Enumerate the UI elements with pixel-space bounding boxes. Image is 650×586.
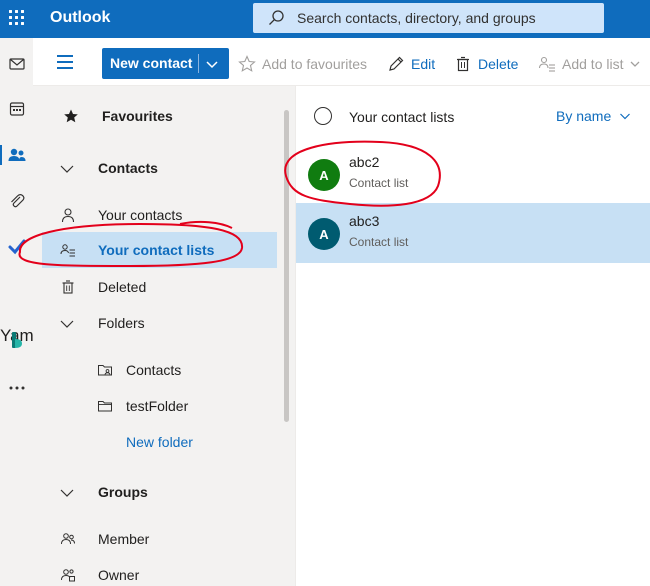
add-person-list-icon [538, 56, 555, 72]
people-icon [8, 148, 25, 161]
nav-owner[interactable]: Owner [33, 557, 283, 586]
nav-your-contacts[interactable]: Your contacts [33, 197, 283, 233]
calendar-icon [9, 102, 24, 116]
nav-deleted[interactable]: Deleted [33, 269, 283, 305]
new-contact-button[interactable]: New contact [102, 48, 229, 79]
contact-list-item[interactable]: A abc3 Contact list [296, 203, 650, 263]
contact-list-pane: Your contact lists By name A abc2 Contac… [295, 86, 650, 586]
list-title: Your contact lists [349, 109, 455, 125]
rail-mail[interactable] [0, 48, 33, 80]
mail-icon [8, 58, 25, 70]
star-icon [64, 109, 78, 123]
chevron-down-icon [60, 320, 74, 328]
contact-list-item[interactable]: A abc2 Contact list [296, 144, 650, 204]
nav-folder-contacts[interactable]: Contacts [33, 352, 283, 388]
search-input[interactable] [297, 7, 597, 29]
folder-icon [98, 401, 112, 412]
app-rail: Yamı [0, 38, 33, 586]
nav-owner-label: Owner [98, 567, 140, 583]
chevron-down-icon[interactable] [205, 57, 219, 71]
contact-list-icon [60, 244, 75, 257]
add-to-list-button[interactable]: Add to list [538, 48, 641, 79]
nav-folder-contacts-label: Contacts [126, 362, 182, 378]
nav-folder-testfolder-label: testFolder [126, 398, 189, 414]
navigation-pane: Favourites Contacts Your contacts Your c… [33, 86, 295, 586]
nav-groups-section[interactable]: Groups [33, 474, 283, 510]
nav-new-folder[interactable]: New folder [33, 424, 283, 460]
avatar: A [308, 218, 340, 250]
app-launcher-icon[interactable] [8, 9, 26, 27]
rail-more[interactable] [0, 372, 33, 404]
pencil-icon [389, 56, 404, 71]
nav-your-contact-lists[interactable]: Your contact lists [42, 232, 277, 268]
trash-icon [457, 56, 469, 71]
nav-folders-section[interactable]: Folders [33, 305, 283, 341]
nav-your-contacts-label: Your contacts [98, 207, 183, 223]
paperclip-icon [10, 194, 24, 208]
group-owner-icon [61, 569, 75, 582]
nav-contacts-label: Contacts [98, 160, 158, 176]
group-icon [61, 533, 75, 545]
new-contact-divider [198, 54, 199, 73]
new-contact-label: New contact [110, 55, 193, 71]
search-icon [269, 10, 284, 25]
contact-folder-icon [98, 365, 112, 376]
rail-files[interactable] [0, 185, 33, 217]
more-icon [9, 386, 24, 390]
menu-icon[interactable] [57, 55, 73, 69]
nav-groups-label: Groups [98, 484, 148, 500]
nav-deleted-label: Deleted [98, 279, 147, 295]
add-to-list-label: Add to list [562, 55, 624, 72]
edit-label: Edit [411, 55, 436, 72]
chevron-down-icon [60, 165, 74, 173]
list-header: Your contact lists By name [296, 86, 650, 146]
star-outline-icon [238, 54, 256, 72]
add-to-favourites-button[interactable]: Add to favourites [238, 48, 367, 79]
todo-check-icon [8, 239, 25, 255]
app-title[interactable]: Outlook [50, 9, 110, 27]
rail-people[interactable] [0, 139, 33, 171]
nav-favourites-label: Favourites [102, 108, 173, 124]
nav-scrollbar[interactable] [284, 110, 289, 422]
command-bar: New contact Add to favourites Edit Delet… [33, 38, 650, 86]
chevron-down-icon [620, 113, 631, 120]
delete-label: Delete [478, 55, 519, 72]
contact-name: abc2 [349, 154, 380, 170]
select-all-checkbox[interactable] [314, 107, 332, 125]
contact-subtitle: Contact list [349, 176, 409, 190]
rail-calendar[interactable] [0, 93, 33, 125]
sort-dropdown[interactable]: By name [556, 108, 631, 124]
nav-your-contact-lists-label: Your contact lists [98, 242, 215, 258]
rail-todo[interactable] [0, 231, 33, 263]
nav-contacts-section[interactable]: Contacts [33, 150, 283, 186]
delete-button[interactable]: Delete [454, 48, 518, 79]
nav-folder-testfolder[interactable]: testFolder [33, 388, 283, 424]
rail-bookings[interactable] [0, 324, 33, 356]
contact-subtitle: Contact list [349, 235, 409, 249]
chevron-down-icon [60, 489, 74, 497]
avatar: A [308, 159, 340, 191]
nav-new-folder-label: New folder [126, 434, 193, 450]
bookings-icon [11, 332, 22, 348]
nav-member-label: Member [98, 531, 150, 547]
chevron-down-icon [631, 61, 640, 67]
nav-favourites[interactable]: Favourites [33, 98, 283, 134]
sort-label: By name [556, 108, 612, 124]
app-header: Outlook [0, 0, 650, 38]
add-to-favourites-label: Add to favourites [262, 55, 368, 72]
nav-member[interactable]: Member [33, 521, 283, 557]
person-icon [61, 208, 75, 223]
edit-button[interactable]: Edit [387, 48, 435, 79]
trash-icon [62, 280, 74, 294]
nav-folders-label: Folders [98, 315, 145, 331]
contact-name: abc3 [349, 213, 380, 229]
search-box[interactable] [253, 3, 604, 33]
